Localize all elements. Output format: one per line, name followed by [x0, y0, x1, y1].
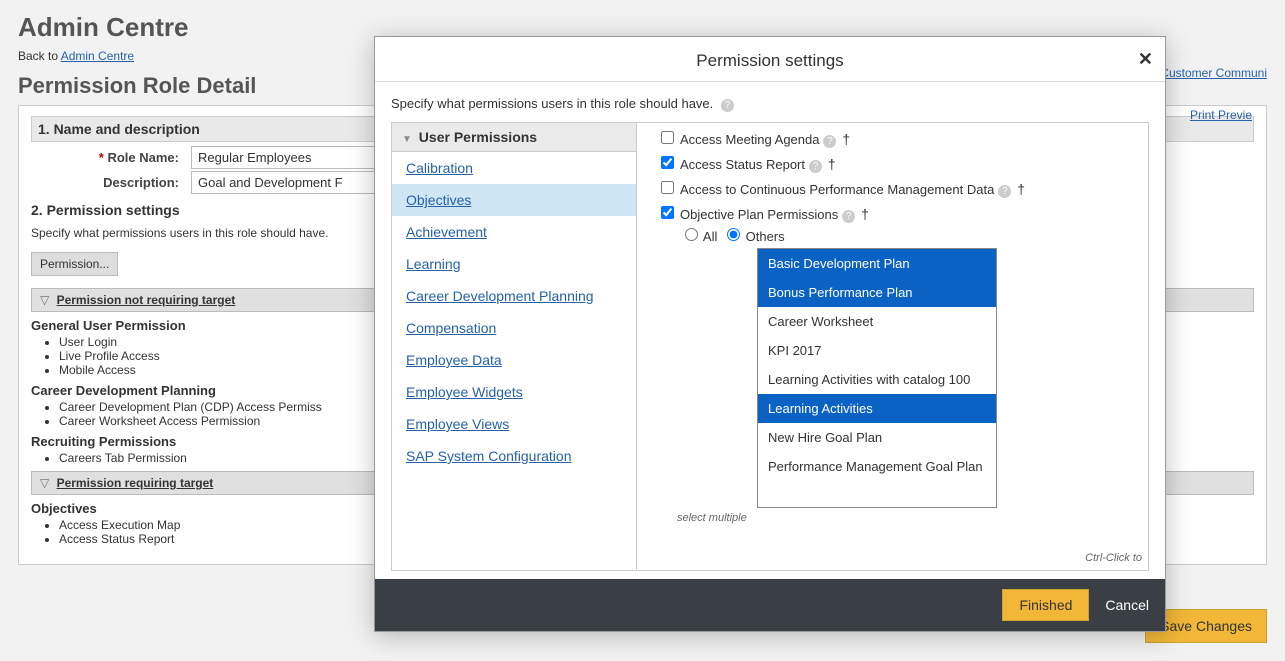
permission-label: Access Meeting Agenda [680, 132, 819, 147]
permission-label: Objective Plan Permissions [680, 207, 838, 222]
radio-all[interactable] [685, 228, 698, 241]
help-icon[interactable]: ? [998, 185, 1011, 198]
plan-option[interactable]: KPI 2017 [758, 336, 996, 365]
category-item[interactable]: Objectives [392, 184, 636, 216]
help-icon[interactable]: ? [823, 135, 836, 148]
bar-req-target-label: Permission requiring target [57, 476, 214, 490]
permission-row: Access Status Report? † [657, 153, 1138, 173]
permission-checkbox[interactable] [661, 181, 674, 194]
radio-others-label: Others [746, 229, 785, 244]
category-item[interactable]: SAP System Configuration [392, 440, 636, 472]
dialog-footer: Finished Cancel [375, 579, 1165, 631]
category-item[interactable]: Employee Views [392, 408, 636, 440]
plan-option[interactable]: Basic Development Plan [758, 249, 996, 278]
plan-option[interactable]: New Hire Goal Plan [758, 423, 996, 452]
category-item[interactable]: Employee Widgets [392, 376, 636, 408]
finished-button[interactable]: Finished [1002, 589, 1089, 621]
permission-row: Access Meeting Agenda? † [657, 128, 1138, 148]
category-item[interactable]: Calibration [392, 152, 636, 184]
category-item[interactable]: Employee Data [392, 344, 636, 376]
dagger-icon: † [1013, 181, 1025, 197]
permission-row: Access to Continuous Performance Managem… [657, 178, 1138, 198]
category-header[interactable]: ▼ User Permissions [392, 123, 636, 152]
permission-checkbox[interactable] [661, 131, 674, 144]
back-link[interactable]: Admin Centre [61, 49, 134, 63]
permission-settings-dialog: Permission settings ✕ Specify what permi… [374, 36, 1166, 632]
radio-all-label: All [703, 229, 717, 244]
chevron-down-icon: ▽ [40, 476, 49, 490]
help-icon[interactable]: ? [809, 160, 822, 173]
description-label: Description: [31, 175, 191, 190]
help-icon[interactable]: ? [721, 99, 734, 112]
ctrl-click-hint: Ctrl-Click to [1085, 552, 1142, 564]
chevron-down-icon: ▼ [402, 134, 412, 145]
close-icon[interactable]: ✕ [1138, 49, 1153, 70]
role-name-input[interactable]: Regular Employees [191, 146, 391, 169]
role-name-label: * Role Name: [31, 150, 191, 165]
category-item[interactable]: Career Development Planning [392, 280, 636, 312]
select-multiple-hint: select multiple [677, 512, 1138, 524]
category-list: ▼ User Permissions CalibrationObjectives… [391, 122, 637, 571]
plan-option[interactable]: Bonus Performance Plan [758, 278, 996, 307]
back-prefix: Back to [18, 49, 61, 63]
permission-button[interactable]: Permission... [31, 252, 118, 276]
print-preview-link[interactable]: Print Previe [1190, 108, 1252, 122]
plan-listbox[interactable]: Basic Development PlanBonus Performance … [757, 248, 997, 508]
cancel-button[interactable]: Cancel [1105, 597, 1149, 613]
help-icon[interactable]: ? [842, 210, 855, 223]
permission-label: Access Status Report [680, 157, 805, 172]
bar-no-target-label: Permission not requiring target [57, 293, 236, 307]
permission-checkbox[interactable] [661, 206, 674, 219]
chevron-down-icon: ▽ [40, 293, 49, 307]
category-item[interactable]: Achievement [392, 216, 636, 248]
plan-option[interactable]: Learning Activities with catalog 100 [758, 365, 996, 394]
category-header-label: User Permissions [419, 129, 537, 145]
dagger-icon: † [857, 206, 869, 222]
plan-scope-radio: All Others [679, 228, 1138, 244]
description-input[interactable]: Goal and Development F [191, 171, 391, 194]
dagger-icon: † [824, 156, 836, 172]
permission-detail: Access Meeting Agenda? †Access Status Re… [637, 122, 1149, 571]
plan-option[interactable]: Performance Management Goal Plan [758, 452, 996, 481]
dialog-specify-text: Specify what permissions users in this r… [391, 96, 713, 111]
category-item[interactable]: Learning [392, 248, 636, 280]
dagger-icon: † [838, 131, 850, 147]
plan-option[interactable]: Career Worksheet [758, 307, 996, 336]
dialog-title: Permission settings [696, 51, 843, 70]
permission-label: Access to Continuous Performance Managem… [680, 182, 994, 197]
category-item[interactable]: Compensation [392, 312, 636, 344]
customer-community-link[interactable]: p Customer Communi [1150, 66, 1267, 80]
plan-option[interactable]: Learning Activities [758, 394, 996, 423]
permission-row: Objective Plan Permissions? † [657, 203, 1138, 223]
radio-others[interactable] [727, 228, 740, 241]
permission-checkbox[interactable] [661, 156, 674, 169]
dialog-header: Permission settings ✕ [375, 37, 1165, 82]
